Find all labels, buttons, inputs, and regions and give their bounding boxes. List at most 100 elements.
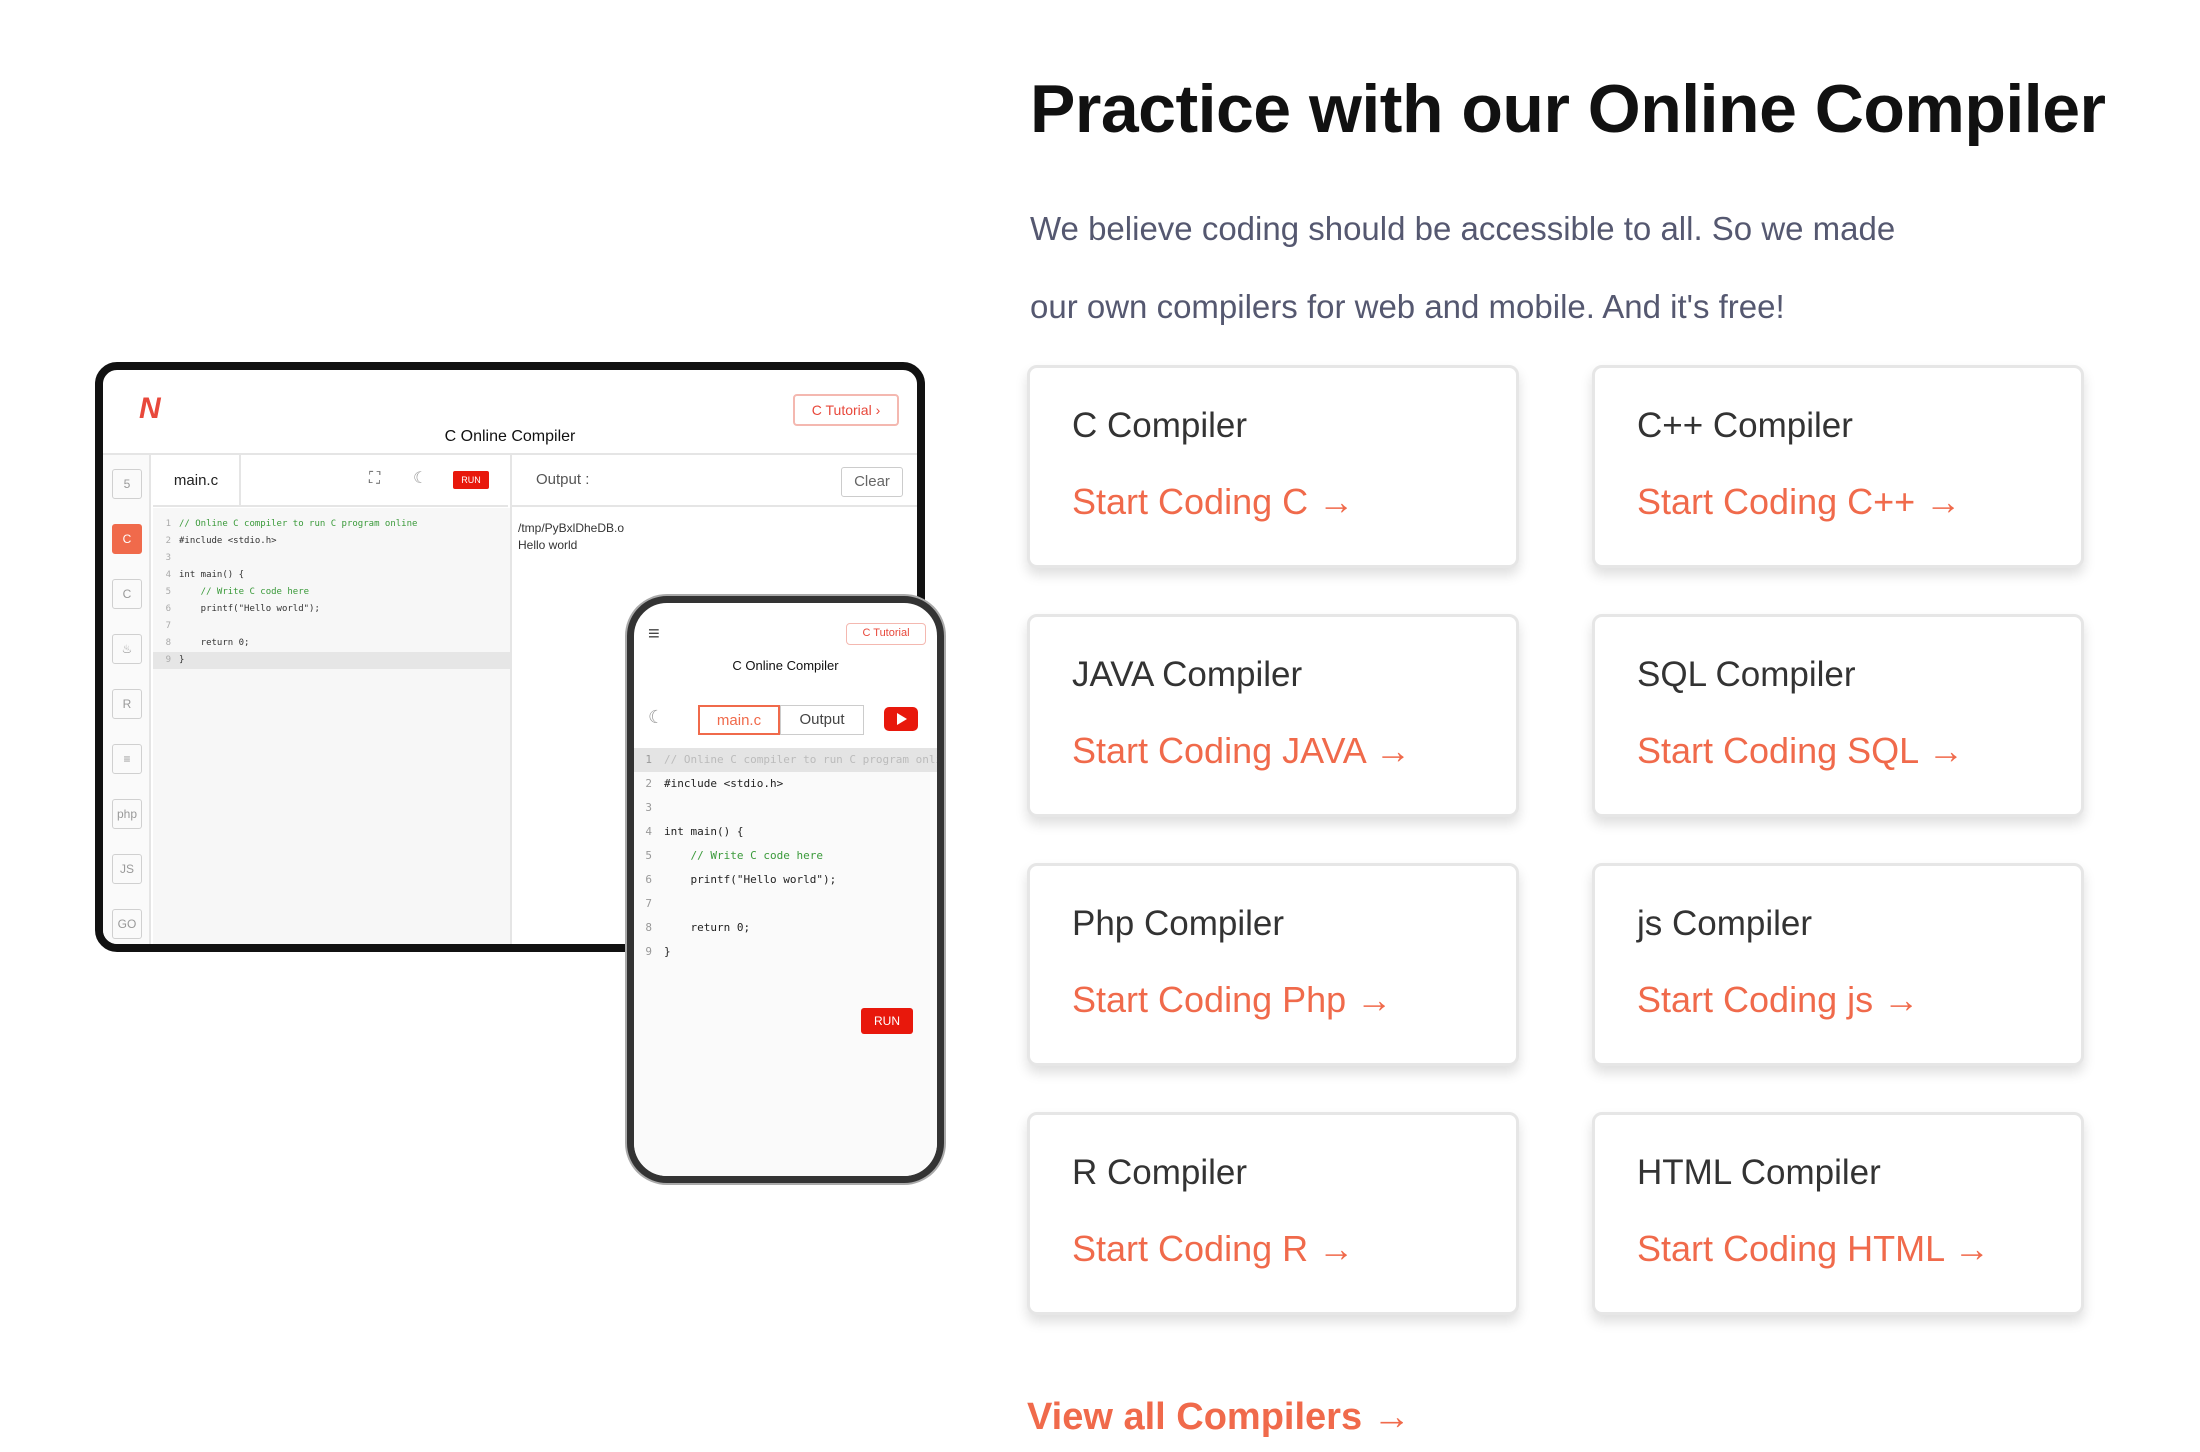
tutorial-button: C Tutorial: [846, 623, 926, 645]
line-number: 1: [165, 519, 171, 529]
compiler-card-java[interactable]: JAVA Compiler Start Coding JAVA →: [1027, 614, 1519, 817]
card-title: js Compiler: [1637, 904, 1813, 943]
code-text: int main() {: [664, 825, 744, 838]
tab-main-c: main.c: [698, 705, 780, 735]
code-line: 6 printf("Hello world");: [153, 601, 510, 618]
line-number: 6: [645, 873, 652, 886]
html-icon: 5: [112, 469, 142, 499]
line-number: 4: [165, 570, 171, 580]
code-line: 4 int main() {: [153, 567, 510, 584]
start-coding-link[interactable]: Start Coding R →: [1072, 1228, 1354, 1270]
code-line: 3: [153, 550, 510, 567]
code-text: // Write C code here: [664, 849, 823, 862]
code-text: }: [179, 655, 185, 665]
start-coding-link[interactable]: Start Coding HTML →: [1637, 1228, 1990, 1270]
start-coding-link[interactable]: Start Coding C →: [1072, 481, 1354, 523]
editor-tabbar: main.c ⛶ ☾ RUN: [153, 455, 508, 507]
code-line: 3: [634, 796, 937, 820]
intro-line: our own compilers for web and mobile. An…: [1030, 288, 1785, 325]
line-number: 4: [645, 825, 652, 838]
tablet-header: N C Tutorial › C Online Compiler: [103, 370, 917, 455]
clear-button: Clear: [841, 467, 903, 497]
compiler-card-html[interactable]: HTML Compiler Start Coding HTML →: [1592, 1112, 2084, 1315]
tablet-code-editor: 1 // Online C compiler to run C program o…: [153, 508, 510, 944]
code-text: int main() {: [179, 570, 245, 580]
compiler-card-c[interactable]: C Compiler Start Coding C →: [1027, 365, 1519, 568]
logo-icon: N: [139, 392, 161, 425]
fullscreen-icon: ⛶: [369, 470, 381, 487]
card-title: SQL Compiler: [1637, 655, 1856, 694]
compiler-card-js[interactable]: js Compiler Start Coding js →: [1592, 863, 2084, 1066]
tab-output: Output: [780, 705, 864, 735]
language-sidebar: 5 C C ♨ R ≡ php JS GO: [103, 455, 151, 944]
card-title: R Compiler: [1072, 1153, 1248, 1192]
page-title: Practice with our Online Compiler: [1030, 71, 2106, 147]
line-number: 3: [645, 801, 652, 814]
code-text: // Online C compiler to run C program on…: [179, 519, 418, 529]
code-text: return 0;: [179, 638, 250, 648]
line-number: 1: [645, 753, 652, 766]
tablet-title: C Online Compiler: [444, 428, 576, 445]
code-text: // Online C compiler to run C program on…: [664, 753, 944, 766]
compiler-card-r[interactable]: R Compiler Start Coding R →: [1027, 1112, 1519, 1315]
code-line: 1 // Online C compiler to run C program o…: [153, 516, 510, 533]
php-icon: php: [112, 799, 142, 829]
code-line: 6 printf("Hello world");: [634, 868, 937, 892]
line-number: 8: [645, 921, 652, 934]
dark-mode-icon: ☾: [413, 470, 428, 487]
card-title: HTML Compiler: [1637, 1153, 1881, 1192]
start-coding-link[interactable]: Start Coding C++ →: [1637, 481, 1961, 523]
code-text: // Write C code here: [179, 587, 310, 597]
start-coding-link[interactable]: Start Coding SQL →: [1637, 730, 1964, 772]
intro-text: We believe coding should be accessible t…: [1030, 190, 2130, 346]
card-title: JAVA Compiler: [1072, 655, 1303, 694]
code-line: 2 #include <stdio.h>: [153, 533, 510, 550]
line-number: 9: [165, 655, 171, 665]
code-line: 8 return 0;: [153, 635, 510, 652]
run-button: RUN: [861, 1008, 913, 1034]
line-number: 7: [165, 621, 171, 631]
card-title: C Compiler: [1072, 406, 1248, 445]
line-number: 2: [165, 536, 171, 546]
start-coding-link[interactable]: Start Coding Php →: [1072, 979, 1392, 1021]
youtube-icon: [884, 707, 918, 731]
code-line: 9}: [634, 940, 937, 964]
code-line: 9}: [153, 652, 510, 669]
js-icon: JS: [112, 854, 142, 884]
code-line: 8 return 0;: [634, 916, 937, 940]
code-line: 7: [153, 618, 510, 635]
line-number: 2: [645, 777, 652, 790]
hamburger-menu-icon: ≡: [648, 623, 660, 645]
output-line: Hello world: [518, 538, 578, 552]
code-line: 5 // Write C code here: [634, 844, 937, 868]
view-all-compilers-link[interactable]: View all Compilers →: [1027, 1396, 1411, 1439]
output-line: /tmp/PyBxlDheDB.o: [518, 521, 625, 535]
phone-code-editor: 1// Online C compiler to run C program o…: [634, 748, 937, 1176]
compiler-card-cpp[interactable]: C++ Compiler Start Coding C++ →: [1592, 365, 2084, 568]
code-text: printf("Hello world");: [664, 873, 837, 886]
compiler-card-sql[interactable]: SQL Compiler Start Coding SQL →: [1592, 614, 2084, 817]
code-text: #include <stdio.h>: [664, 777, 784, 790]
line-number: 8: [165, 638, 171, 648]
code-line: 4 int main() {: [634, 820, 937, 844]
code-line: 1// Online C compiler to run C program o…: [634, 748, 937, 772]
card-title: C++ Compiler: [1637, 406, 1853, 445]
r-icon: R: [112, 689, 142, 719]
card-title: Php Compiler: [1072, 904, 1285, 943]
code-line: 7: [634, 892, 937, 916]
file-tab: main.c: [153, 455, 241, 507]
code-line: 5 // Write C code here: [153, 584, 510, 601]
code-line: 2 #include <stdio.h>: [634, 772, 937, 796]
database-icon: ≡: [112, 744, 142, 774]
start-coding-link[interactable]: Start Coding js →: [1637, 979, 1919, 1021]
code-text: printf("Hello world");: [179, 604, 320, 614]
output-panel: /tmp/PyBxlDheDB.o Hello world: [518, 520, 624, 554]
pane-divider: [510, 455, 512, 944]
code-text: }: [664, 945, 671, 958]
line-number: 3: [165, 553, 171, 563]
code-text: #include <stdio.h>: [179, 536, 277, 546]
start-coding-link[interactable]: Start Coding JAVA →: [1072, 730, 1411, 772]
compiler-card-php[interactable]: Php Compiler Start Coding Php →: [1027, 863, 1519, 1066]
line-number: 6: [165, 604, 171, 614]
line-number: 9: [645, 945, 652, 958]
